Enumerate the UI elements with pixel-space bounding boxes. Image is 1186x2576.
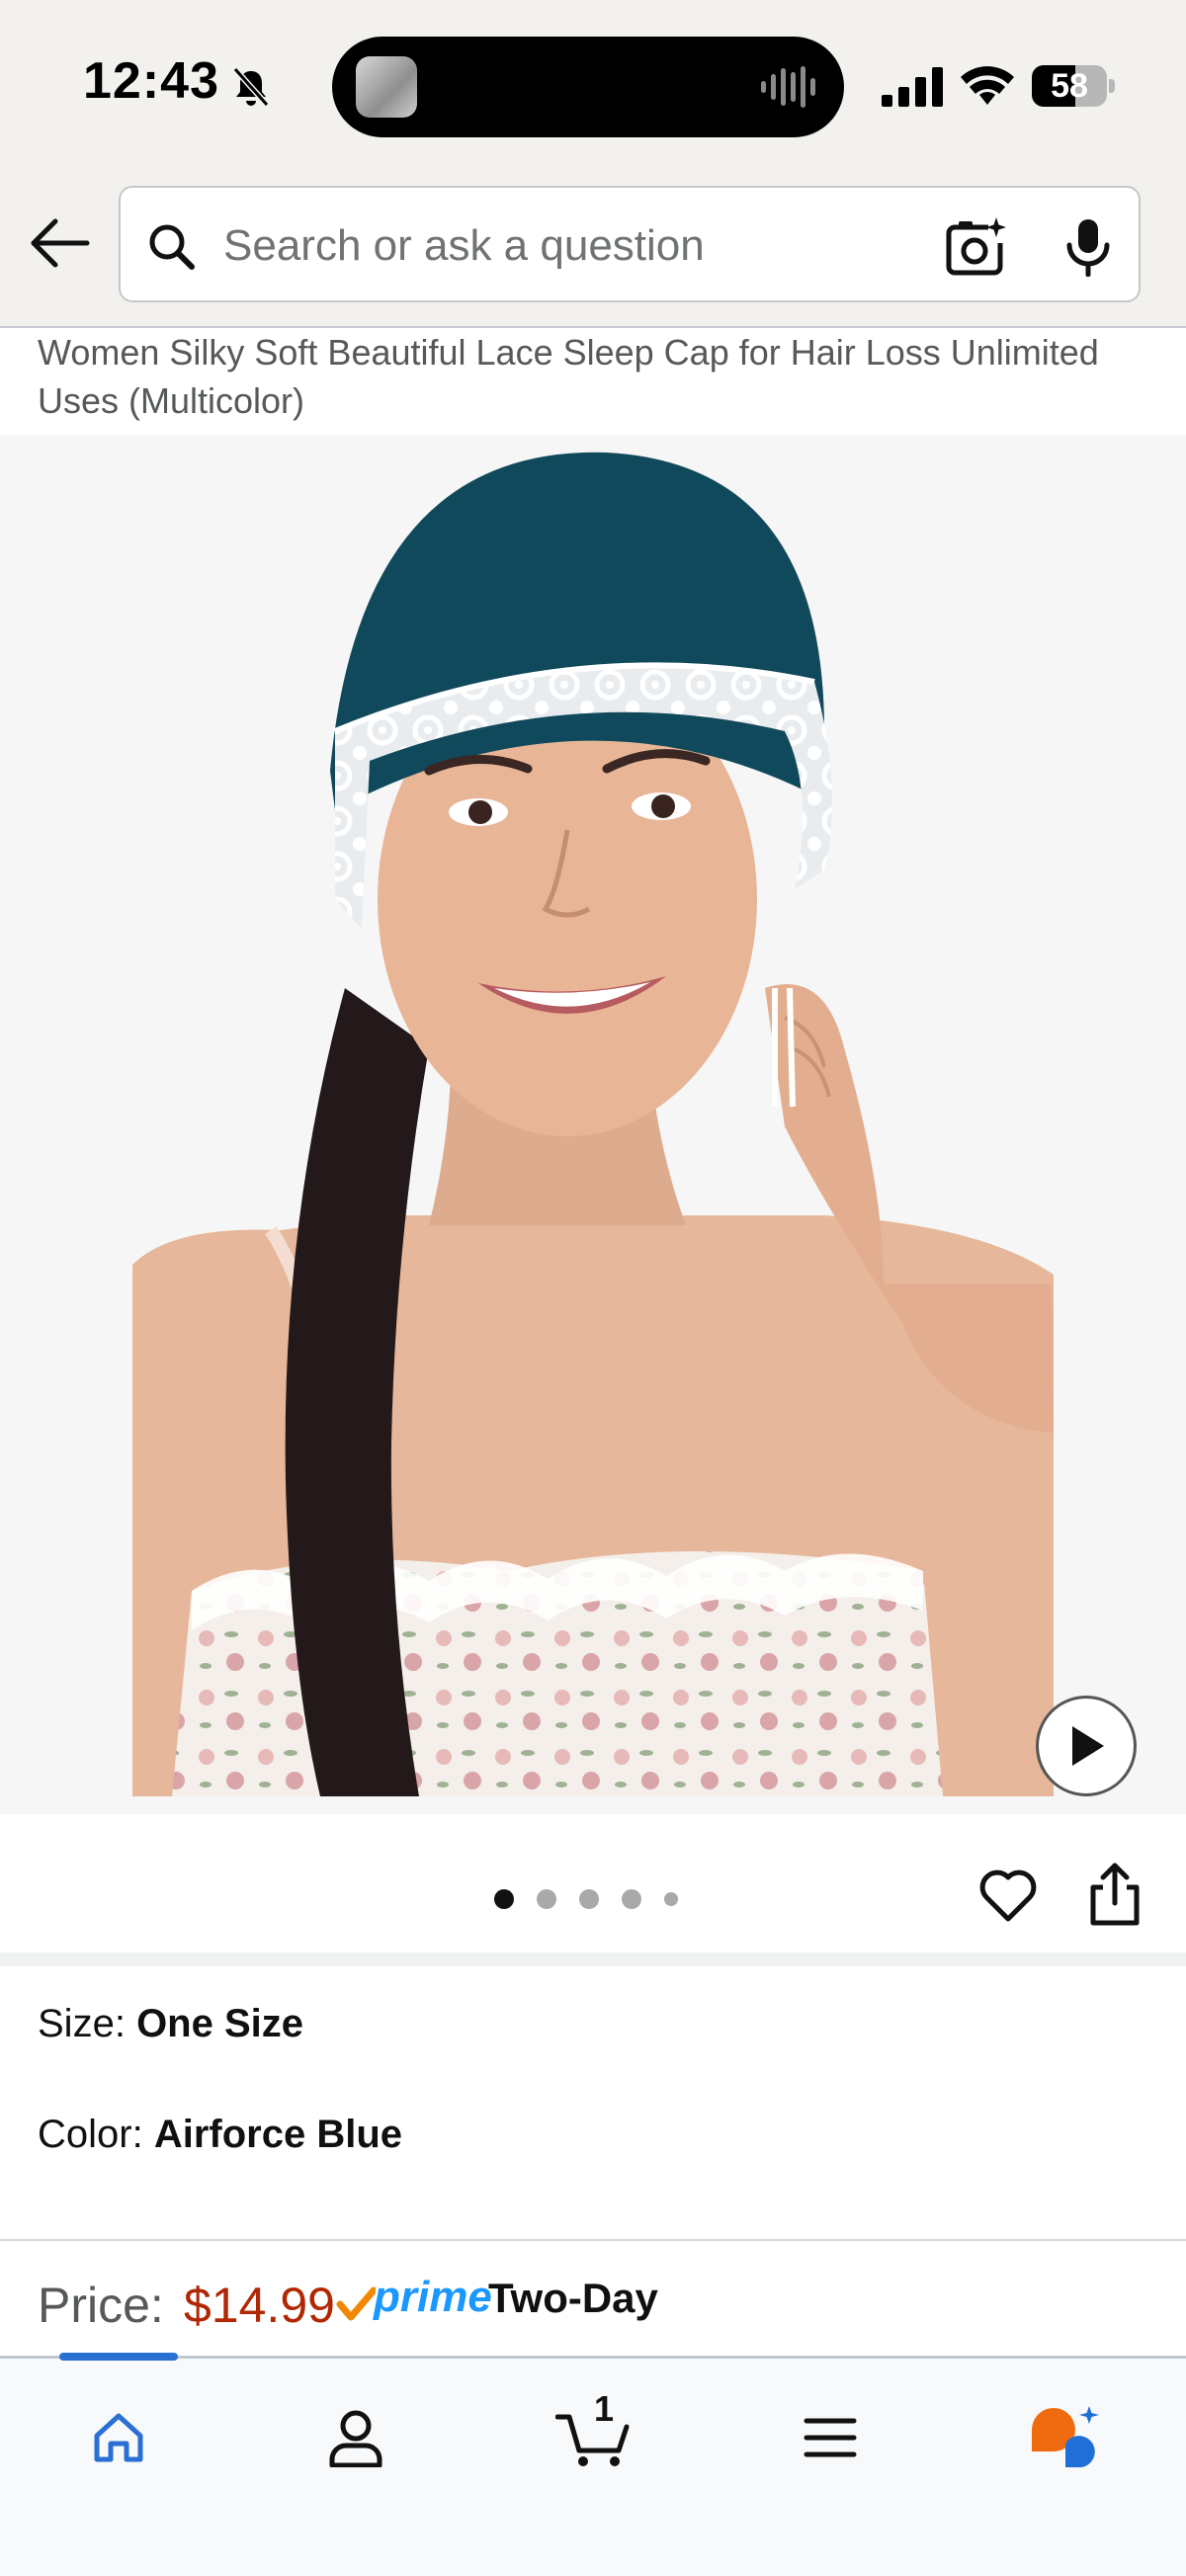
nav-home[interactable] [69, 2398, 168, 2477]
menu-icon [804, 2418, 857, 2457]
carousel-dot[interactable] [622, 1889, 641, 1909]
nav-menu[interactable] [781, 2398, 880, 2477]
search-input[interactable] [223, 211, 1014, 281]
status-bar: 12:43 58 [0, 0, 1186, 168]
play-video-button[interactable] [1036, 1696, 1137, 1796]
nav-rufus[interactable] [1016, 2398, 1115, 2477]
back-button[interactable] [24, 208, 95, 279]
bottom-nav: 1 [0, 2353, 1186, 2576]
color-selector[interactable]: Color: Airforce Blue [38, 2113, 402, 2157]
image-controls [0, 1814, 1186, 1953]
nav-active-indicator [59, 2353, 178, 2361]
product-photo[interactable] [132, 435, 1054, 1796]
search-icon [149, 224, 195, 270]
status-time: 12:43 [83, 52, 219, 110]
carousel-dot[interactable] [537, 1889, 556, 1909]
search-header [0, 168, 1186, 328]
variations-section: Size: One Size Color: Airforce Blue [0, 1966, 1186, 2241]
prime-badge: prime [374, 2273, 492, 2321]
price-section: Price: $14.99 prime Two-Day [0, 2243, 1186, 2358]
mic-icon[interactable] [1065, 217, 1111, 277]
rufus-icon [1032, 2406, 1099, 2467]
audio-wave-icon [761, 66, 815, 108]
color-value: Airforce Blue [153, 2113, 402, 2156]
size-selector[interactable]: Size: One Size [38, 2002, 303, 2046]
search-box[interactable] [119, 186, 1141, 302]
product-image-carousel[interactable] [0, 435, 1186, 1814]
cart-count-badge: 1 [593, 2388, 615, 2429]
now-playing-thumbnail [356, 56, 417, 118]
delivery-speed: Two-Day [488, 2275, 658, 2321]
carousel-dot[interactable] [579, 1889, 599, 1909]
color-label: Color: [38, 2113, 143, 2156]
prime-check-icon [336, 2286, 376, 2321]
heart-icon[interactable] [978, 1866, 1038, 1925]
battery-percent: 58 [1051, 67, 1088, 105]
nav-cart[interactable]: 1 [544, 2388, 642, 2477]
size-label: Size: [38, 2002, 126, 2045]
back-arrow-icon [31, 218, 90, 268]
wifi-icon [961, 66, 1014, 105]
play-icon [1072, 1726, 1104, 1766]
price-value: $14.99 [184, 2278, 335, 2333]
dynamic-island [332, 37, 844, 137]
product-photo-illustration [132, 452, 1054, 1796]
account-icon [329, 2410, 382, 2467]
product-title[interactable]: Women Silky Soft Beautiful Lace Sleep Ca… [38, 328, 1164, 425]
camera-icon[interactable] [945, 215, 1006, 277]
bell-off-icon [232, 67, 270, 107]
price-label: Price: [38, 2278, 164, 2333]
carousel-dot[interactable] [664, 1892, 678, 1906]
battery-icon: 58 [1032, 65, 1115, 107]
share-icon[interactable] [1087, 1862, 1143, 1927]
carousel-dots[interactable] [494, 1887, 701, 1911]
size-value: One Size [136, 2002, 304, 2045]
signal-icon [882, 67, 943, 107]
home-icon [94, 2413, 143, 2462]
nav-account[interactable] [306, 2398, 405, 2477]
carousel-dot[interactable] [494, 1889, 514, 1909]
section-divider [0, 1953, 1186, 1966]
